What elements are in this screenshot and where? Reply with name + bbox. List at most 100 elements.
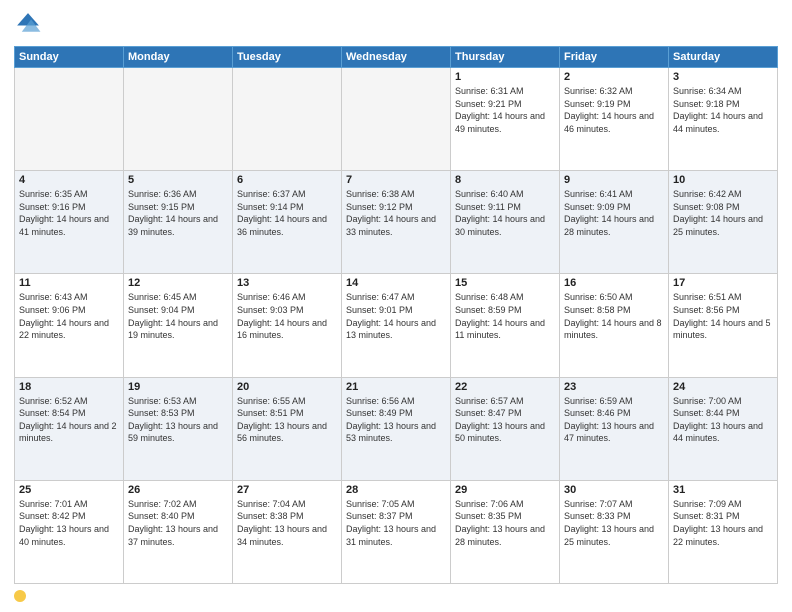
weekday-header: Wednesday <box>342 47 451 68</box>
day-info: Sunrise: 6:32 AMSunset: 9:19 PMDaylight:… <box>564 85 664 135</box>
calendar-day-cell: 5 Sunrise: 6:36 AMSunset: 9:15 PMDaylight… <box>124 171 233 274</box>
day-info: Sunrise: 7:01 AMSunset: 8:42 PMDaylight:… <box>19 498 119 548</box>
calendar-day-cell: 23 Sunrise: 6:59 AMSunset: 8:46 PMDayligh… <box>560 377 669 480</box>
legend <box>14 590 778 602</box>
day-number: 12 <box>128 277 228 289</box>
day-number: 27 <box>237 484 337 496</box>
day-number: 2 <box>564 71 664 83</box>
day-info: Sunrise: 6:43 AMSunset: 9:06 PMDaylight:… <box>19 291 119 341</box>
day-number: 11 <box>19 277 119 289</box>
day-info: Sunrise: 7:02 AMSunset: 8:40 PMDaylight:… <box>128 498 228 548</box>
day-number: 20 <box>237 381 337 393</box>
calendar-day-cell: 14 Sunrise: 6:47 AMSunset: 9:01 PMDayligh… <box>342 274 451 377</box>
day-info: Sunrise: 6:37 AMSunset: 9:14 PMDaylight:… <box>237 188 337 238</box>
calendar-day-cell: 27 Sunrise: 7:04 AMSunset: 8:38 PMDayligh… <box>233 480 342 583</box>
day-info: Sunrise: 7:04 AMSunset: 8:38 PMDaylight:… <box>237 498 337 548</box>
page: SundayMondayTuesdayWednesdayThursdayFrid… <box>0 0 792 612</box>
calendar-day-cell: 30 Sunrise: 7:07 AMSunset: 8:33 PMDayligh… <box>560 480 669 583</box>
day-number: 1 <box>455 71 555 83</box>
calendar-day-cell: 31 Sunrise: 7:09 AMSunset: 8:31 PMDayligh… <box>669 480 778 583</box>
calendar-day-cell: 19 Sunrise: 6:53 AMSunset: 8:53 PMDayligh… <box>124 377 233 480</box>
day-number: 23 <box>564 381 664 393</box>
calendar-week-row: 1 Sunrise: 6:31 AMSunset: 9:21 PMDaylight… <box>15 68 778 171</box>
day-info: Sunrise: 6:55 AMSunset: 8:51 PMDaylight:… <box>237 395 337 445</box>
day-number: 30 <box>564 484 664 496</box>
calendar-week-row: 11 Sunrise: 6:43 AMSunset: 9:06 PMDayligh… <box>15 274 778 377</box>
day-info: Sunrise: 6:42 AMSunset: 9:08 PMDaylight:… <box>673 188 773 238</box>
weekday-header: Friday <box>560 47 669 68</box>
calendar-day-cell: 22 Sunrise: 6:57 AMSunset: 8:47 PMDayligh… <box>451 377 560 480</box>
weekday-header: Saturday <box>669 47 778 68</box>
calendar-day-cell <box>124 68 233 171</box>
calendar-day-cell: 10 Sunrise: 6:42 AMSunset: 9:08 PMDayligh… <box>669 171 778 274</box>
calendar-table: SundayMondayTuesdayWednesdayThursdayFrid… <box>14 46 778 584</box>
calendar-day-cell: 11 Sunrise: 6:43 AMSunset: 9:06 PMDayligh… <box>15 274 124 377</box>
calendar-day-cell <box>342 68 451 171</box>
day-info: Sunrise: 7:00 AMSunset: 8:44 PMDaylight:… <box>673 395 773 445</box>
day-number: 19 <box>128 381 228 393</box>
day-info: Sunrise: 6:53 AMSunset: 8:53 PMDaylight:… <box>128 395 228 445</box>
logo-icon <box>14 10 42 38</box>
calendar-day-cell: 16Sunrise: 6:50 AMSunset: 8:58 PMDayligh… <box>560 274 669 377</box>
calendar-day-cell: 25Sunrise: 7:01 AMSunset: 8:42 PMDayligh… <box>15 480 124 583</box>
day-number: 31 <box>673 484 773 496</box>
logo <box>14 10 46 38</box>
calendar-day-cell: 24 Sunrise: 7:00 AMSunset: 8:44 PMDayligh… <box>669 377 778 480</box>
day-info: Sunrise: 6:31 AMSunset: 9:21 PMDaylight:… <box>455 85 555 135</box>
day-info: Sunrise: 6:40 AMSunset: 9:11 PMDaylight:… <box>455 188 555 238</box>
day-number: 16 <box>564 277 664 289</box>
calendar-week-row: 25Sunrise: 7:01 AMSunset: 8:42 PMDayligh… <box>15 480 778 583</box>
calendar-day-cell: 1 Sunrise: 6:31 AMSunset: 9:21 PMDaylight… <box>451 68 560 171</box>
weekday-header: Thursday <box>451 47 560 68</box>
day-number: 21 <box>346 381 446 393</box>
day-number: 6 <box>237 174 337 186</box>
calendar-day-cell: 20 Sunrise: 6:55 AMSunset: 8:51 PMDayligh… <box>233 377 342 480</box>
day-number: 13 <box>237 277 337 289</box>
day-info: Sunrise: 6:38 AMSunset: 9:12 PMDaylight:… <box>346 188 446 238</box>
calendar-day-cell: 2 Sunrise: 6:32 AMSunset: 9:19 PMDaylight… <box>560 68 669 171</box>
day-number: 26 <box>128 484 228 496</box>
day-number: 8 <box>455 174 555 186</box>
day-number: 15 <box>455 277 555 289</box>
day-number: 18 <box>19 381 119 393</box>
day-info: Sunrise: 6:51 AMSunset: 8:56 PMDaylight:… <box>673 291 773 341</box>
day-info: Sunrise: 6:41 AMSunset: 9:09 PMDaylight:… <box>564 188 664 238</box>
legend-sun-icon <box>14 590 26 602</box>
day-number: 22 <box>455 381 555 393</box>
day-info: Sunrise: 6:59 AMSunset: 8:46 PMDaylight:… <box>564 395 664 445</box>
day-info: Sunrise: 7:07 AMSunset: 8:33 PMDaylight:… <box>564 498 664 548</box>
weekday-header: Monday <box>124 47 233 68</box>
calendar-week-row: 4 Sunrise: 6:35 AMSunset: 9:16 PMDaylight… <box>15 171 778 274</box>
calendar-day-cell: 3Sunrise: 6:34 AMSunset: 9:18 PMDaylight… <box>669 68 778 171</box>
day-info: Sunrise: 6:48 AMSunset: 8:59 PMDaylight:… <box>455 291 555 341</box>
day-info: Sunrise: 6:45 AMSunset: 9:04 PMDaylight:… <box>128 291 228 341</box>
calendar-day-cell: 17Sunrise: 6:51 AMSunset: 8:56 PMDayligh… <box>669 274 778 377</box>
day-number: 24 <box>673 381 773 393</box>
day-number: 4 <box>19 174 119 186</box>
calendar-day-cell: 26 Sunrise: 7:02 AMSunset: 8:40 PMDayligh… <box>124 480 233 583</box>
day-info: Sunrise: 6:35 AMSunset: 9:16 PMDaylight:… <box>19 188 119 238</box>
day-info: Sunrise: 6:56 AMSunset: 8:49 PMDaylight:… <box>346 395 446 445</box>
day-number: 10 <box>673 174 773 186</box>
day-number: 14 <box>346 277 446 289</box>
day-number: 7 <box>346 174 446 186</box>
day-info: Sunrise: 6:52 AMSunset: 8:54 PMDaylight:… <box>19 395 119 445</box>
day-number: 29 <box>455 484 555 496</box>
header <box>14 10 778 38</box>
day-info: Sunrise: 6:46 AMSunset: 9:03 PMDaylight:… <box>237 291 337 341</box>
day-info: Sunrise: 6:36 AMSunset: 9:15 PMDaylight:… <box>128 188 228 238</box>
calendar-day-cell: 4 Sunrise: 6:35 AMSunset: 9:16 PMDaylight… <box>15 171 124 274</box>
day-info: Sunrise: 7:09 AMSunset: 8:31 PMDaylight:… <box>673 498 773 548</box>
calendar-day-cell: 18 Sunrise: 6:52 AMSunset: 8:54 PMDayligh… <box>15 377 124 480</box>
calendar-day-cell: 29Sunrise: 7:06 AMSunset: 8:35 PMDayligh… <box>451 480 560 583</box>
calendar-day-cell: 15 Sunrise: 6:48 AMSunset: 8:59 PMDayligh… <box>451 274 560 377</box>
day-info: Sunrise: 6:57 AMSunset: 8:47 PMDaylight:… <box>455 395 555 445</box>
calendar-day-cell <box>233 68 342 171</box>
day-info: Sunrise: 6:47 AMSunset: 9:01 PMDaylight:… <box>346 291 446 341</box>
calendar-day-cell <box>15 68 124 171</box>
day-number: 5 <box>128 174 228 186</box>
day-info: Sunrise: 7:05 AMSunset: 8:37 PMDaylight:… <box>346 498 446 548</box>
calendar-day-cell: 7 Sunrise: 6:38 AMSunset: 9:12 PMDaylight… <box>342 171 451 274</box>
calendar-week-row: 18 Sunrise: 6:52 AMSunset: 8:54 PMDayligh… <box>15 377 778 480</box>
calendar-day-cell: 9Sunrise: 6:41 AMSunset: 9:09 PMDaylight… <box>560 171 669 274</box>
